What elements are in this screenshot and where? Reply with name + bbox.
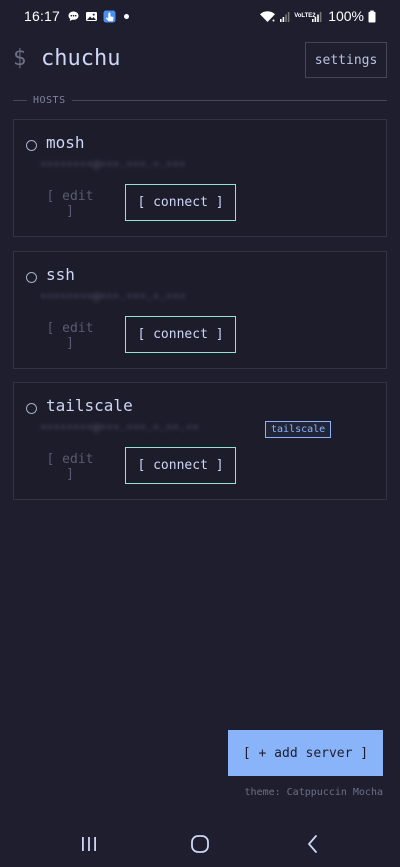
divider: [71, 99, 387, 101]
image-icon: [85, 10, 98, 23]
status-indicator-icon: [26, 272, 37, 283]
host-tag: tailscale: [265, 421, 332, 438]
status-indicator-icon: [26, 140, 37, 151]
edit-button[interactable]: [ edit ]: [39, 189, 101, 219]
status-indicator-icon: [26, 403, 37, 414]
home-icon[interactable]: [188, 832, 212, 856]
connect-button[interactable]: [ connect ]: [125, 447, 236, 484]
host-address: ••••••••@•••.•••.•.•••: [40, 158, 186, 171]
add-server-button[interactable]: [ + add server ]: [228, 730, 383, 776]
hosts-section-label: HOSTS: [33, 94, 66, 106]
status-time: 16:17: [24, 8, 61, 24]
divider: [13, 99, 27, 101]
status-bar: 16:17 VoLTE2 100%: [0, 0, 400, 32]
connect-button[interactable]: [ connect ]: [125, 316, 236, 353]
edit-button[interactable]: [ edit ]: [39, 321, 101, 351]
volte-icon: VoLTE2: [294, 13, 316, 19]
host-card-ssh[interactable]: ssh ••••••••@•••.•••.•.••• [ edit ] [ co…: [13, 251, 387, 369]
hosts-section-header: HOSTS: [13, 93, 387, 107]
host-card-mosh[interactable]: mosh ••••••••@•••.•••.•.••• [ edit ] [ c…: [13, 119, 387, 237]
theme-label: theme: Catppuccin Mocha: [244, 787, 383, 798]
app-title: chuchu: [41, 46, 121, 71]
system-nav-bar: [0, 820, 400, 867]
signal-icon-2: [312, 10, 322, 23]
host-address: ••••••••@•••.•••.•.•••: [40, 290, 186, 303]
app-header: $ chuchu settings: [0, 40, 400, 84]
wifi-icon: [259, 10, 276, 23]
chat-bubble-icon: [67, 10, 80, 23]
edit-button[interactable]: [ edit ]: [39, 452, 101, 482]
host-name: ssh: [46, 265, 75, 284]
battery-percent: 100%: [328, 8, 364, 24]
battery-icon: [368, 10, 376, 23]
prompt-symbol: $: [13, 46, 27, 71]
host-name: tailscale: [46, 396, 133, 415]
connect-button[interactable]: [ connect ]: [125, 184, 236, 221]
host-card-tailscale[interactable]: tailscale ••••••••@•••.•••.•.••.•• tails…: [13, 382, 387, 500]
notification-icons: [67, 10, 130, 23]
back-icon[interactable]: [301, 832, 325, 856]
settings-button[interactable]: settings: [305, 42, 387, 78]
touch-icon: [103, 10, 116, 23]
signal-icon: [280, 10, 290, 23]
system-status: VoLTE2 100%: [259, 8, 376, 24]
host-name: mosh: [46, 133, 85, 152]
host-address: ••••••••@•••.•••.•.••.••: [40, 421, 199, 434]
dot-icon: [124, 13, 130, 19]
recents-icon[interactable]: [77, 832, 101, 856]
